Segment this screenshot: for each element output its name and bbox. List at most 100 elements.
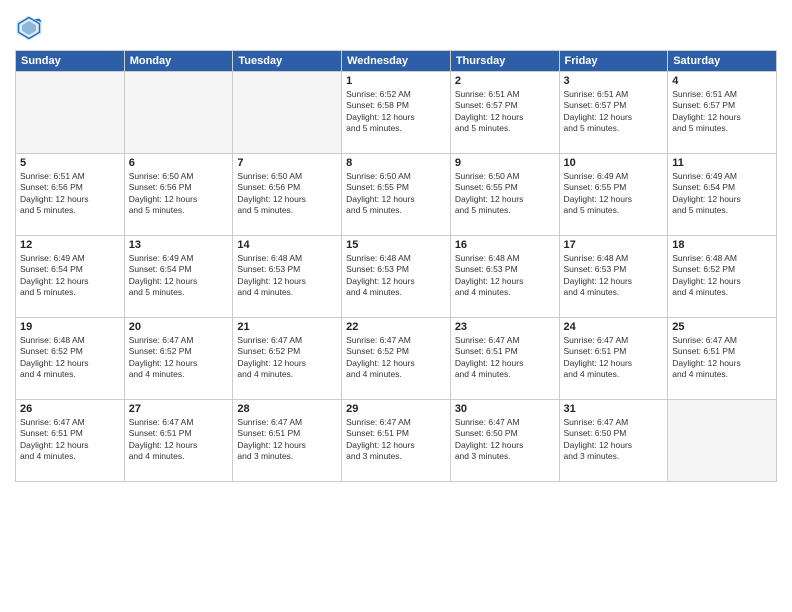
weekday-header-sunday: Sunday [16,51,125,72]
calendar-cell: 26 Sunrise: 6:47 AM Sunset: 6:51 PM Dayli… [16,400,125,482]
day-detail: Sunrise: 6:51 AM Sunset: 6:56 PM Dayligh… [20,171,120,217]
day-number: 29 [346,403,446,415]
calendar-cell [16,72,125,154]
day-detail: Sunrise: 6:47 AM Sunset: 6:50 PM Dayligh… [455,417,555,463]
calendar-cell: 19 Sunrise: 6:48 AM Sunset: 6:52 PM Dayli… [16,318,125,400]
calendar-week-5: 26 Sunrise: 6:47 AM Sunset: 6:51 PM Dayli… [16,400,777,482]
day-detail: Sunrise: 6:48 AM Sunset: 6:53 PM Dayligh… [455,253,555,299]
day-detail: Sunrise: 6:47 AM Sunset: 6:51 PM Dayligh… [237,417,337,463]
day-detail: Sunrise: 6:48 AM Sunset: 6:53 PM Dayligh… [237,253,337,299]
weekday-header-monday: Monday [124,51,233,72]
calendar-cell: 16 Sunrise: 6:48 AM Sunset: 6:53 PM Dayli… [450,236,559,318]
calendar-cell: 20Sunrise: 6:47 AM Sunset: 6:52 PM Dayli… [124,318,233,400]
day-number: 7 [237,157,337,169]
calendar-cell: 23 Sunrise: 6:47 AM Sunset: 6:51 PM Dayli… [450,318,559,400]
day-detail: Sunrise: 6:48 AM Sunset: 6:53 PM Dayligh… [346,253,446,299]
day-detail: Sunrise: 6:52 AM Sunset: 6:58 PM Dayligh… [346,89,446,135]
day-number: 24 [564,321,664,333]
day-detail: Sunrise: 6:49 AM Sunset: 6:54 PM Dayligh… [20,253,120,299]
calendar-cell: 15Sunrise: 6:48 AM Sunset: 6:53 PM Dayli… [342,236,451,318]
day-number: 3 [564,75,664,87]
day-number: 4 [672,75,772,87]
day-detail: Sunrise: 6:51 AM Sunset: 6:57 PM Dayligh… [455,89,555,135]
calendar-cell: 7 Sunrise: 6:50 AM Sunset: 6:56 PM Daylig… [233,154,342,236]
day-number: 11 [672,157,772,169]
day-number: 26 [20,403,120,415]
day-detail: Sunrise: 6:47 AM Sunset: 6:51 PM Dayligh… [672,335,772,381]
day-number: 31 [564,403,664,415]
day-number: 1 [346,75,446,87]
calendar-cell: 29 Sunrise: 6:47 AM Sunset: 6:51 PM Dayli… [342,400,451,482]
day-number: 6 [129,157,229,169]
weekday-header-thursday: Thursday [450,51,559,72]
weekday-header-tuesday: Tuesday [233,51,342,72]
day-detail: Sunrise: 6:50 AM Sunset: 6:55 PM Dayligh… [346,171,446,217]
calendar-cell: 11 Sunrise: 6:49 AM Sunset: 6:54 PM Dayli… [668,154,777,236]
calendar-cell [124,72,233,154]
calendar-cell: 12 Sunrise: 6:49 AM Sunset: 6:54 PM Dayli… [16,236,125,318]
day-detail: Sunrise: 6:48 AM Sunset: 6:52 PM Dayligh… [20,335,120,381]
day-detail: Sunrise: 6:47 AM Sunset: 6:52 PM Dayligh… [237,335,337,381]
calendar-cell: 5 Sunrise: 6:51 AM Sunset: 6:56 PM Daylig… [16,154,125,236]
day-number: 19 [20,321,120,333]
day-number: 18 [672,239,772,251]
day-detail: Sunrise: 6:47 AM Sunset: 6:51 PM Dayligh… [129,417,229,463]
logo-icon [15,14,43,42]
calendar-cell: 17Sunrise: 6:48 AM Sunset: 6:53 PM Dayli… [559,236,668,318]
calendar-header: SundayMondayTuesdayWednesdayThursdayFrid… [16,51,777,72]
day-detail: Sunrise: 6:49 AM Sunset: 6:54 PM Dayligh… [129,253,229,299]
calendar-week-2: 5 Sunrise: 6:51 AM Sunset: 6:56 PM Daylig… [16,154,777,236]
calendar-cell: 31 Sunrise: 6:47 AM Sunset: 6:50 PM Dayli… [559,400,668,482]
day-number: 10 [564,157,664,169]
calendar-cell: 21 Sunrise: 6:47 AM Sunset: 6:52 PM Dayli… [233,318,342,400]
day-number: 22 [346,321,446,333]
calendar-cell: 8 Sunrise: 6:50 AM Sunset: 6:55 PM Daylig… [342,154,451,236]
calendar-cell: 1 Sunrise: 6:52 AM Sunset: 6:58 PM Daylig… [342,72,451,154]
calendar-week-1: 1 Sunrise: 6:52 AM Sunset: 6:58 PM Daylig… [16,72,777,154]
calendar-cell: 25 Sunrise: 6:47 AM Sunset: 6:51 PM Dayli… [668,318,777,400]
day-detail: Sunrise: 6:47 AM Sunset: 6:50 PM Dayligh… [564,417,664,463]
day-number: 25 [672,321,772,333]
day-number: 9 [455,157,555,169]
calendar-cell: 3 Sunrise: 6:51 AM Sunset: 6:57 PM Daylig… [559,72,668,154]
calendar-cell: 27Sunrise: 6:47 AM Sunset: 6:51 PM Dayli… [124,400,233,482]
day-detail: Sunrise: 6:50 AM Sunset: 6:56 PM Dayligh… [237,171,337,217]
day-number: 21 [237,321,337,333]
logo [15,14,47,42]
day-number: 12 [20,239,120,251]
day-number: 28 [237,403,337,415]
weekday-header-wednesday: Wednesday [342,51,451,72]
calendar-cell: 2 Sunrise: 6:51 AM Sunset: 6:57 PM Daylig… [450,72,559,154]
calendar-cell: 14 Sunrise: 6:48 AM Sunset: 6:53 PM Dayli… [233,236,342,318]
calendar-week-3: 12 Sunrise: 6:49 AM Sunset: 6:54 PM Dayli… [16,236,777,318]
day-detail: Sunrise: 6:47 AM Sunset: 6:51 PM Dayligh… [20,417,120,463]
calendar-cell: 9Sunrise: 6:50 AM Sunset: 6:55 PM Daylig… [450,154,559,236]
calendar-cell: 13Sunrise: 6:49 AM Sunset: 6:54 PM Dayli… [124,236,233,318]
day-number: 2 [455,75,555,87]
calendar-cell: 4Sunrise: 6:51 AM Sunset: 6:57 PM Daylig… [668,72,777,154]
day-number: 16 [455,239,555,251]
calendar-cell: 30 Sunrise: 6:47 AM Sunset: 6:50 PM Dayli… [450,400,559,482]
day-detail: Sunrise: 6:49 AM Sunset: 6:55 PM Dayligh… [564,171,664,217]
calendar-cell: 28 Sunrise: 6:47 AM Sunset: 6:51 PM Dayli… [233,400,342,482]
day-detail: Sunrise: 6:50 AM Sunset: 6:56 PM Dayligh… [129,171,229,217]
day-detail: Sunrise: 6:49 AM Sunset: 6:54 PM Dayligh… [672,171,772,217]
calendar-cell [668,400,777,482]
day-detail: Sunrise: 6:47 AM Sunset: 6:51 PM Dayligh… [346,417,446,463]
day-number: 30 [455,403,555,415]
day-number: 14 [237,239,337,251]
weekday-header-saturday: Saturday [668,51,777,72]
calendar-table: SundayMondayTuesdayWednesdayThursdayFrid… [15,50,777,482]
day-number: 5 [20,157,120,169]
weekday-header-row: SundayMondayTuesdayWednesdayThursdayFrid… [16,51,777,72]
calendar-body: 1 Sunrise: 6:52 AM Sunset: 6:58 PM Daylig… [16,72,777,482]
calendar-cell: 6 Sunrise: 6:50 AM Sunset: 6:56 PM Daylig… [124,154,233,236]
day-detail: Sunrise: 6:47 AM Sunset: 6:51 PM Dayligh… [455,335,555,381]
day-number: 8 [346,157,446,169]
day-number: 17 [564,239,664,251]
day-detail: Sunrise: 6:47 AM Sunset: 6:51 PM Dayligh… [564,335,664,381]
calendar-cell: 24 Sunrise: 6:47 AM Sunset: 6:51 PM Dayli… [559,318,668,400]
day-detail: Sunrise: 6:51 AM Sunset: 6:57 PM Dayligh… [564,89,664,135]
day-number: 23 [455,321,555,333]
day-detail: Sunrise: 6:48 AM Sunset: 6:52 PM Dayligh… [672,253,772,299]
